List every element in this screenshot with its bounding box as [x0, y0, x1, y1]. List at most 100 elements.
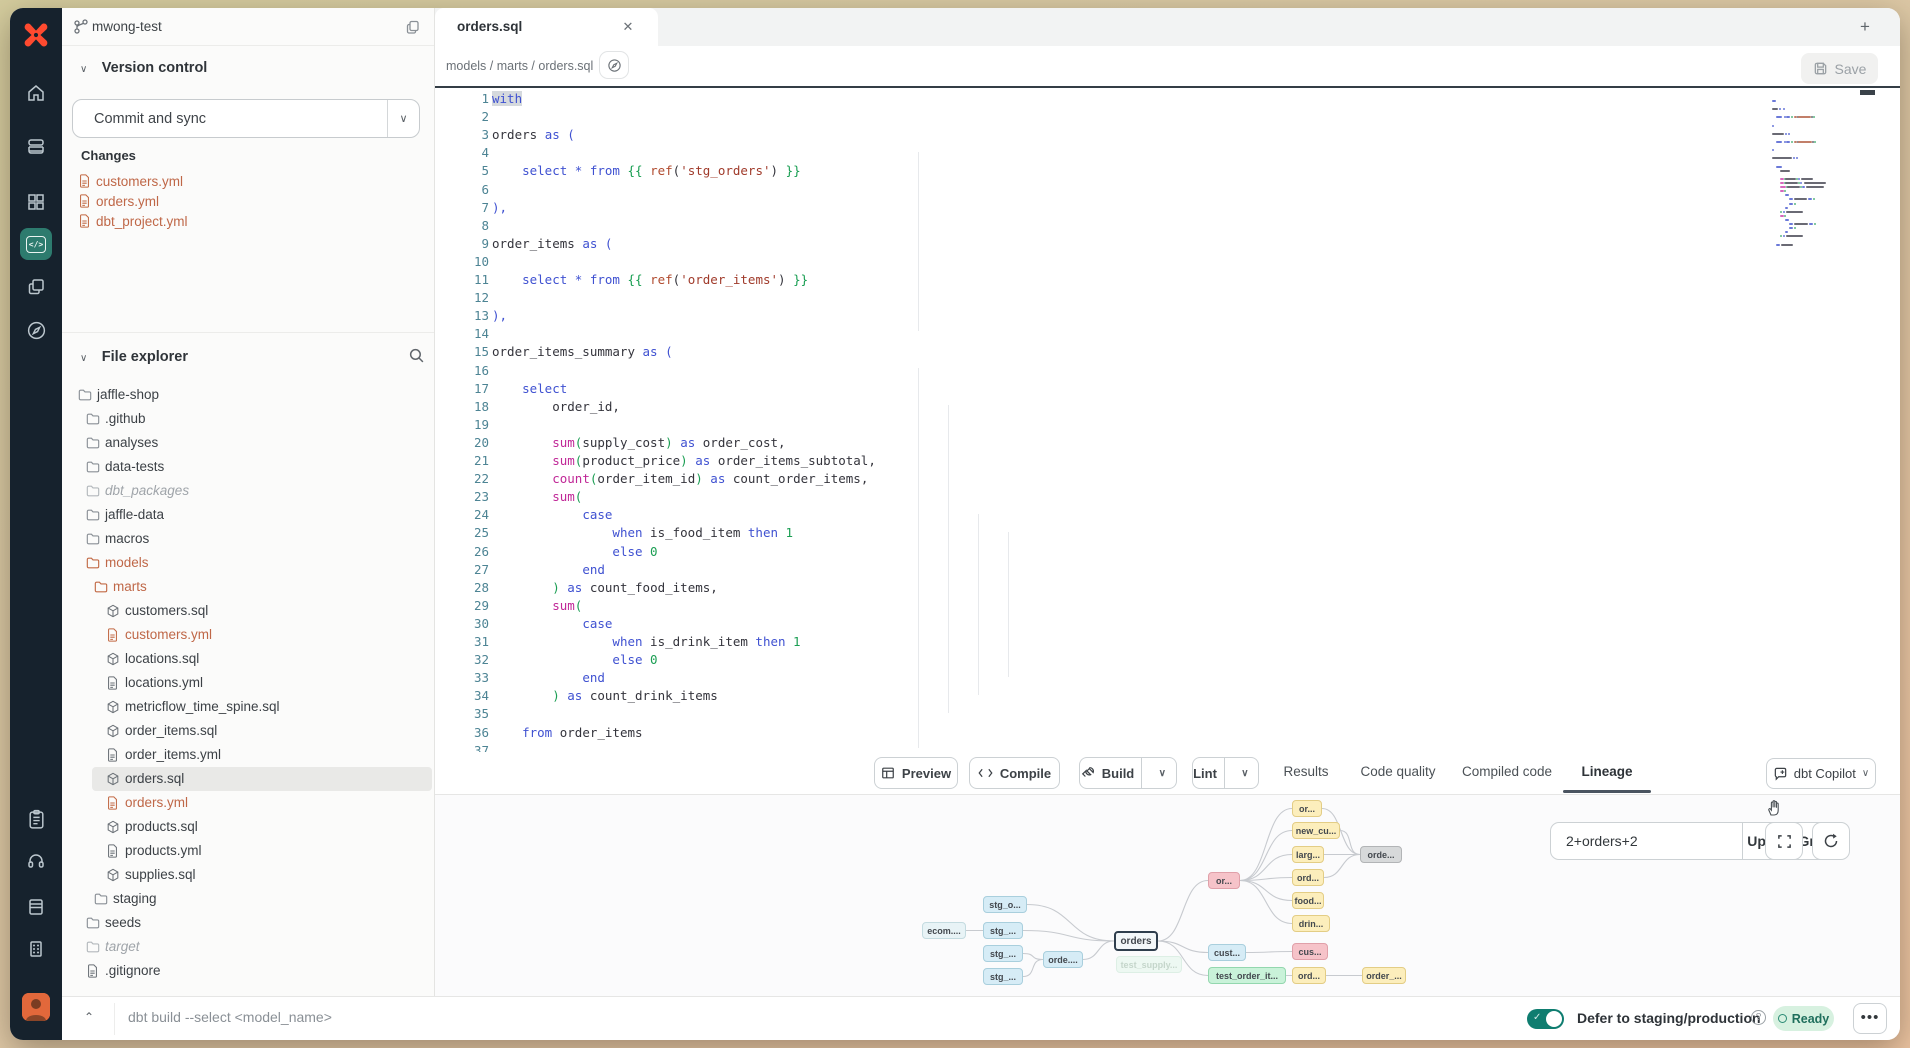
version-control-section-toggle[interactable]: ∨ Version control — [80, 59, 207, 77]
lineage-node-new_cu[interactable]: new_cu... — [1292, 822, 1340, 839]
lint-dropdown-chevron[interactable]: ∨ — [1232, 768, 1258, 779]
code-line-4[interactable]: 4 — [435, 144, 1900, 162]
apps-grid-icon[interactable] — [10, 189, 62, 215]
code-line-22[interactable]: 22 count(order_item_id) as count_order_i… — [435, 470, 1900, 488]
lineage-node-ord[interactable]: ord... — [1292, 967, 1326, 984]
user-avatar[interactable] — [22, 993, 50, 1021]
file-tree-item-orders.yml[interactable]: orders.ymlM — [62, 791, 434, 815]
defer-toggle[interactable]: ✓ — [1527, 1009, 1564, 1029]
code-line-11[interactable]: 11 select * from {{ ref('order_items') }… — [435, 271, 1900, 289]
lineage-node-food[interactable]: food... — [1292, 892, 1324, 909]
code-editor[interactable]: 1with23orders as (45 select * from {{ re… — [435, 88, 1900, 752]
dbt-logo[interactable] — [10, 20, 62, 50]
organization-building-icon[interactable] — [10, 936, 62, 962]
file-tree-item-products.sql[interactable]: products.sql — [62, 815, 434, 839]
file-tree-item-jaffle-shop[interactable]: jaffle-shop — [62, 383, 434, 407]
code-line-16[interactable]: 16 — [435, 362, 1900, 380]
changed-file-customers.yml[interactable]: customers.ymlM — [62, 172, 434, 192]
lineage-node-drin[interactable]: drin... — [1292, 915, 1330, 932]
file-tree-item-macros[interactable]: macros — [62, 527, 434, 551]
save-button[interactable]: Save — [1801, 53, 1878, 84]
lineage-node-orde[interactable]: orde... — [1360, 846, 1402, 863]
lineage-node-orders[interactable]: orders — [1114, 931, 1158, 951]
file-tree-item-customers.yml[interactable]: customers.ymlM — [62, 623, 434, 647]
file-tree-item-dbt_packages[interactable]: dbt_packages — [62, 479, 434, 503]
code-line-37[interactable]: 37 — [435, 742, 1900, 752]
code-line-19[interactable]: 19 — [435, 416, 1900, 434]
notes-clipboard-icon[interactable] — [10, 806, 62, 832]
lineage-node-or[interactable]: or... — [1208, 872, 1240, 889]
code-line-13[interactable]: 13), — [435, 307, 1900, 325]
lineage-node-stg_o[interactable]: stg_o... — [983, 896, 1027, 913]
new-tab-button[interactable]: + — [1854, 16, 1876, 38]
file-tree-item-order_items.yml[interactable]: order_items.yml — [62, 743, 434, 767]
code-line-34[interactable]: 34 ) as count_drink_items — [435, 687, 1900, 705]
code-line-8[interactable]: 8 — [435, 217, 1900, 235]
commit-and-sync-button[interactable]: Commit and sync ∨ — [72, 99, 420, 138]
lineage-selector-input[interactable]: 2+orders+2 — [1551, 833, 1742, 849]
lint-button[interactable]: Lint∨ — [1192, 757, 1259, 789]
code-line-31[interactable]: 31 when is_drink_item then 1 — [435, 633, 1900, 651]
code-line-7[interactable]: 7), — [435, 199, 1900, 217]
code-line-32[interactable]: 32 else 0 — [435, 651, 1900, 669]
preview-button[interactable]: Preview — [874, 757, 958, 789]
lineage-node-stg_[interactable]: stg_... — [983, 968, 1023, 985]
tab-code-quality[interactable]: Code quality — [1361, 764, 1436, 779]
code-line-6[interactable]: 6 — [435, 181, 1900, 199]
file-tree-item-supplies.sql[interactable]: supplies.sql — [62, 863, 434, 887]
environments-icon[interactable] — [10, 134, 62, 160]
code-line-12[interactable]: 12 — [435, 289, 1900, 307]
refresh-button[interactable] — [1812, 822, 1850, 860]
code-line-24[interactable]: 24 case — [435, 506, 1900, 524]
code-line-30[interactable]: 30 case — [435, 615, 1900, 633]
more-options-button[interactable]: ••• — [1853, 1003, 1887, 1034]
file-tree-item-jaffle-data[interactable]: jaffle-data — [62, 503, 434, 527]
code-line-17[interactable]: 17 select — [435, 380, 1900, 398]
dbt-command-input[interactable]: dbt build --select <model_name> — [128, 1009, 332, 1025]
support-headset-icon[interactable] — [10, 848, 62, 874]
minimap[interactable] — [1768, 89, 1880, 749]
file-tree-item-staging[interactable]: staging — [62, 887, 434, 911]
build-dropdown-chevron[interactable]: ∨ — [1149, 768, 1175, 779]
expand-command-bar-chevron[interactable]: ⌃ — [84, 1010, 94, 1024]
lineage-node-ord[interactable]: ord... — [1292, 869, 1324, 886]
build-button[interactable]: Build∨ — [1079, 757, 1177, 789]
file-tree-item-seeds[interactable]: seeds — [62, 911, 434, 935]
code-line-29[interactable]: 29 sum( — [435, 597, 1900, 615]
lineage-node-ecom[interactable]: ecom.... — [922, 922, 966, 939]
develop-ide-icon[interactable]: </> — [20, 228, 52, 260]
dbt-copilot-button[interactable]: dbt Copilot ∨ — [1766, 758, 1876, 789]
tab-orders-sql[interactable]: orders.sql ✕ — [435, 8, 658, 46]
info-icon[interactable]: ? — [1751, 1010, 1766, 1025]
lineage-node-stg_[interactable]: stg_... — [983, 922, 1023, 939]
code-line-23[interactable]: 23 sum( — [435, 488, 1900, 506]
lineage-node-orde[interactable]: orde.... — [1043, 951, 1083, 968]
code-line-36[interactable]: 36 from order_items — [435, 724, 1900, 742]
changed-file-orders.yml[interactable]: orders.ymlM — [62, 192, 434, 212]
file-tree-item-models[interactable]: modelsM — [62, 551, 434, 575]
code-line-20[interactable]: 20 sum(supply_cost) as order_cost, — [435, 434, 1900, 452]
code-line-33[interactable]: 33 end — [435, 669, 1900, 687]
search-icon[interactable] — [408, 347, 425, 364]
code-line-18[interactable]: 18 order_id, — [435, 398, 1900, 416]
code-line-14[interactable]: 14 — [435, 325, 1900, 343]
code-line-26[interactable]: 26 else 0 — [435, 543, 1900, 561]
file-tree-item-customers.sql[interactable]: customers.sql — [62, 599, 434, 623]
file-tree-item-order_items.sql[interactable]: order_items.sql — [62, 719, 434, 743]
home-icon[interactable] — [10, 80, 62, 106]
file-tree-item-products.yml[interactable]: products.yml — [62, 839, 434, 863]
code-line-35[interactable]: 35 — [435, 705, 1900, 723]
tab-lineage[interactable]: Lineage — [1582, 764, 1633, 779]
code-line-21[interactable]: 21 sum(product_price) as order_items_sub… — [435, 452, 1900, 470]
lineage-node-cus[interactable]: cus... — [1292, 943, 1328, 960]
tab-compiled-code[interactable]: Compiled code — [1462, 764, 1552, 779]
copy-windows-icon[interactable] — [10, 274, 62, 300]
code-line-1[interactable]: 1with — [435, 90, 1900, 108]
code-line-25[interactable]: 25 when is_food_item then 1 — [435, 524, 1900, 542]
file-tree-item-.github[interactable]: .github — [62, 407, 434, 431]
lineage-node-larg[interactable]: larg... — [1292, 846, 1324, 863]
compile-button[interactable]: Compile — [969, 757, 1060, 789]
code-line-2[interactable]: 2 — [435, 108, 1900, 126]
lineage-node-or[interactable]: or... — [1292, 800, 1322, 817]
lineage-node-order_[interactable]: order_... — [1362, 967, 1406, 984]
